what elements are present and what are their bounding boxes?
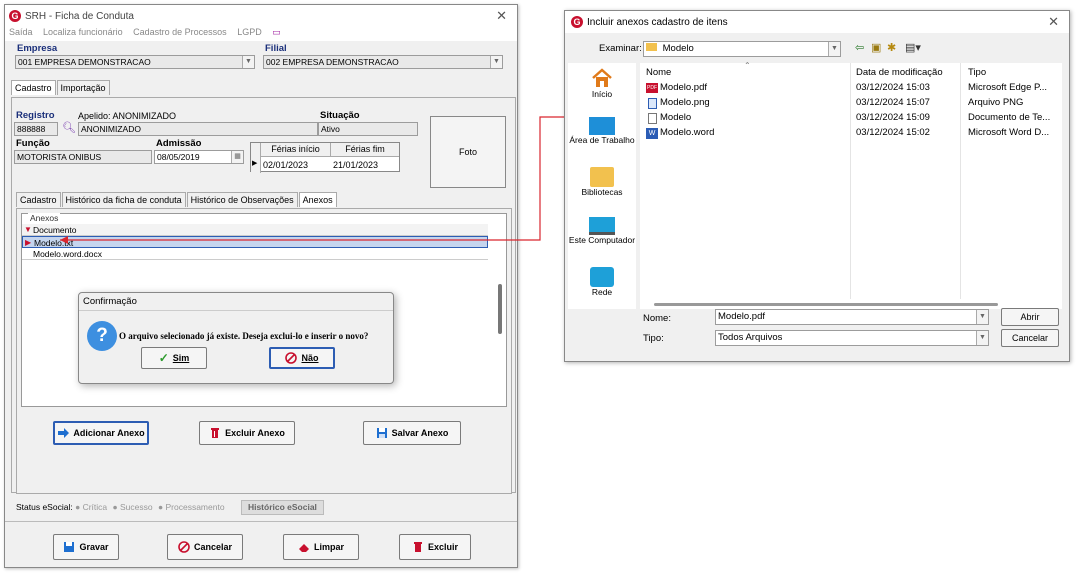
nome-value: Modelo.pdf <box>718 311 766 322</box>
word-file-icon: W <box>646 128 658 139</box>
text-file-icon <box>648 113 657 124</box>
column-data[interactable]: Data de modificação <box>856 67 943 78</box>
annotation-line <box>60 116 646 241</box>
pdf-icon: PDF <box>646 83 658 93</box>
file-name: Modelo <box>660 112 692 123</box>
places-bar: Início Área de Trabalho Bibliotecas Este… <box>568 63 636 309</box>
network-icon <box>590 267 614 287</box>
image-file-icon <box>648 98 657 109</box>
close-icon[interactable]: ✕ <box>1048 14 1059 30</box>
folder-icon <box>646 43 657 51</box>
place-label: Rede <box>591 287 613 297</box>
new-folder-icon[interactable]: ✱ <box>887 41 896 54</box>
file-type: Microsoft Word D... <box>968 127 1050 138</box>
file-date: 03/12/2024 15:09 <box>856 112 930 123</box>
horizontal-scrollbar[interactable] <box>654 303 998 306</box>
nome-input[interactable]: Modelo.pdf ▼ <box>715 309 989 325</box>
chevron-down-icon[interactable]: ▼ <box>828 42 840 56</box>
library-icon <box>590 167 614 187</box>
file-row[interactable]: Modelo.png 03/12/2024 15:07 Arquivo PNG <box>640 96 1062 110</box>
column-nome[interactable]: Nome <box>646 67 671 78</box>
file-type: Documento de Te... <box>968 112 1051 123</box>
arrow-head-icon <box>60 236 68 244</box>
place-label: Bibliotecas <box>581 187 623 197</box>
view-menu-icon[interactable]: ▤▾ <box>905 41 921 54</box>
file-dialog: G Incluir anexos cadastro de itens ✕ Exa… <box>564 10 1070 362</box>
file-cancelar-button[interactable]: Cancelar <box>1001 329 1059 347</box>
file-row[interactable]: PDF Modelo.pdf 03/12/2024 15:03 Microsof… <box>640 81 1062 95</box>
tipo-select[interactable]: Todos Arquivos ▼ <box>715 330 989 346</box>
chevron-down-icon[interactable]: ▼ <box>976 310 988 324</box>
place-desktop[interactable]: Área de Trabalho <box>568 117 636 145</box>
home-icon <box>591 67 613 89</box>
file-dialog-title: Incluir anexos cadastro de itens <box>587 16 728 28</box>
file-date: 03/12/2024 15:07 <box>856 97 930 108</box>
back-icon[interactable]: ⇦ <box>855 41 864 54</box>
nome-label: Nome: <box>643 313 671 324</box>
computer-icon <box>589 217 615 235</box>
file-name: Modelo.pdf <box>660 82 708 93</box>
place-computador[interactable]: Este Computador <box>568 217 636 245</box>
tipo-label: Tipo: <box>643 333 664 344</box>
place-label: Início <box>591 89 613 99</box>
place-label: Área de Trabalho <box>569 135 635 145</box>
place-inicio[interactable]: Início <box>568 67 636 99</box>
place-label: Este Computador <box>568 235 636 245</box>
chevron-down-icon[interactable]: ▼ <box>976 331 988 345</box>
place-bibliotecas[interactable]: Bibliotecas <box>568 167 636 197</box>
file-type: Microsoft Edge P... <box>968 82 1048 93</box>
file-name: Modelo.word <box>660 127 715 138</box>
file-dialog-titlebar: G Incluir anexos cadastro de itens ✕ <box>565 11 1069 33</box>
file-list: Nome ⌃ Data de modificação Tipo PDF Mode… <box>640 61 1062 309</box>
up-folder-icon[interactable]: ▣ <box>871 41 881 54</box>
app-logo-icon: G <box>571 16 583 28</box>
folder-value: Modelo <box>662 43 694 54</box>
file-name: Modelo.png <box>660 97 710 108</box>
desktop-icon <box>589 117 615 135</box>
file-date: 03/12/2024 15:02 <box>856 127 930 138</box>
sort-up-icon: ⌃ <box>744 61 751 70</box>
file-row[interactable]: Modelo 03/12/2024 15:09 Documento de Te.… <box>640 111 1062 125</box>
column-tipo[interactable]: Tipo <box>968 67 986 78</box>
examinar-label: Examinar: <box>599 43 642 54</box>
folder-select[interactable]: Modelo ▼ <box>643 41 841 57</box>
file-type: Arquivo PNG <box>968 97 1024 108</box>
file-date: 03/12/2024 15:03 <box>856 82 930 93</box>
place-rede[interactable]: Rede <box>568 267 636 297</box>
tipo-value: Todos Arquivos <box>718 332 783 343</box>
file-row[interactable]: W Modelo.word 03/12/2024 15:02 Microsoft… <box>640 126 1062 140</box>
abrir-button[interactable]: Abrir <box>1001 308 1059 326</box>
